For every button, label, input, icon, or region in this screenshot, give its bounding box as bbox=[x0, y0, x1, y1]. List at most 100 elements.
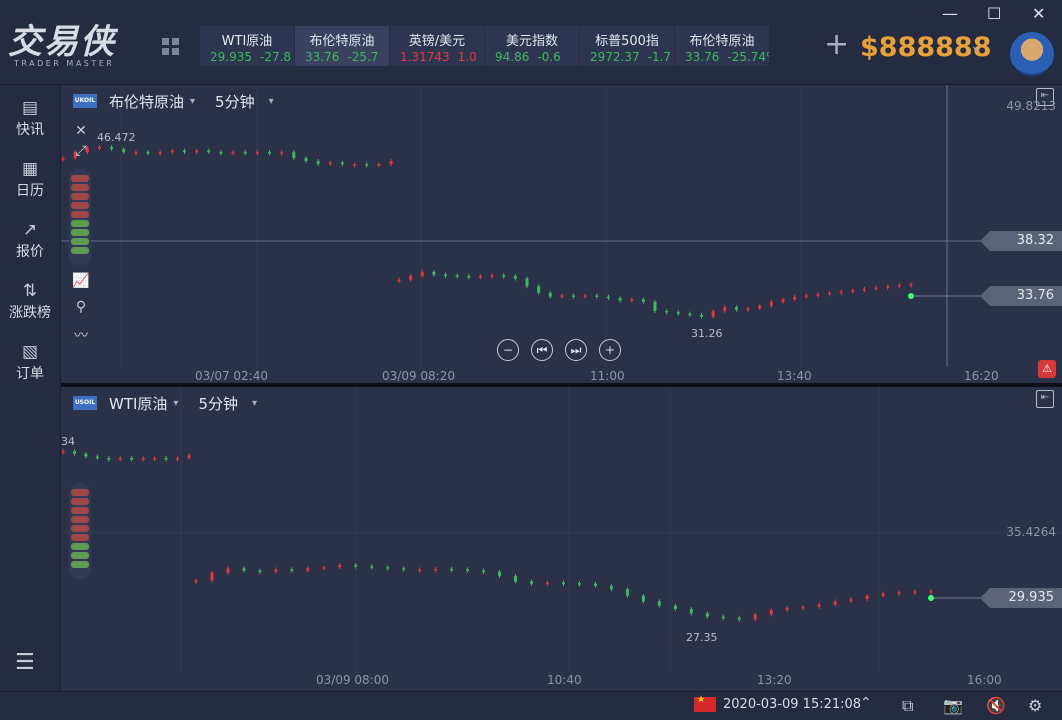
brent-s2-candle bbox=[513, 275, 517, 279]
chevron-down-icon[interactable]: ▾ bbox=[173, 398, 178, 409]
ticker-item[interactable]: 标普500指 2972.37 -1.7 bbox=[580, 26, 675, 66]
scroll-start-icon[interactable]: ⏮ bbox=[531, 339, 553, 361]
brent-s1-candle bbox=[231, 152, 235, 154]
camera-icon[interactable]: 📷 bbox=[943, 696, 963, 715]
scroll-end-icon[interactable]: ⏭ bbox=[565, 339, 587, 361]
minimize-button[interactable]: — bbox=[942, 4, 958, 23]
app-logo[interactable]: 交易侠 TRADER MASTER bbox=[8, 24, 128, 76]
window-layout-icon[interactable]: ⧉ bbox=[902, 696, 913, 716]
wti-s1-candle bbox=[187, 455, 191, 458]
sidebar-item-ranking[interactable]: ⇅ 涨跌榜 bbox=[0, 280, 60, 322]
brent-s1-candle bbox=[389, 161, 393, 165]
sidebar-item-orders[interactable]: ▧ 订单 bbox=[0, 341, 60, 383]
brent-s2-candle bbox=[839, 291, 843, 293]
symbol-selector[interactable]: 布伦特原油 bbox=[109, 91, 184, 112]
chevron-down-icon[interactable]: ▾ bbox=[269, 96, 274, 107]
chart-panel-brent[interactable]: 46.472 31.26 UKOIL 布伦特原油 ▾ 5分钟 ▾ ⇤ ✕ ⤢ 📈 … bbox=[61, 85, 1062, 383]
ticker-item[interactable]: 美元指数 94.86 -0.6 bbox=[485, 26, 580, 66]
wti-s2-candle bbox=[402, 568, 406, 570]
maximize-button[interactable]: ☐ bbox=[987, 4, 1001, 23]
brent-s1-candle bbox=[219, 152, 223, 154]
expand-icon[interactable]: ⤢ bbox=[69, 143, 93, 163]
wti-chart[interactable]: 34 27.35 bbox=[61, 387, 1062, 691]
chevron-up-icon[interactable]: ⌃ bbox=[860, 695, 872, 711]
close-icon[interactable]: ✕ bbox=[69, 123, 93, 143]
brent-s2-candle bbox=[490, 275, 494, 277]
wti-s2-candle bbox=[226, 568, 230, 573]
sidebar-item-quotes[interactable]: ↗ 报价 bbox=[0, 219, 60, 261]
menu-expand-icon[interactable]: ☰ bbox=[15, 650, 35, 675]
ticker-item[interactable]: 布伦特原油33.76 -25.74% bbox=[675, 26, 770, 66]
brent-s2-candle bbox=[478, 275, 482, 278]
news-icon: ▤ bbox=[21, 98, 39, 118]
ticker-change: 1.0 bbox=[457, 50, 477, 64]
panel-settings-icon[interactable]: ⇤ bbox=[1036, 390, 1054, 408]
status-datetime[interactable]: 2020-03-09 15:21:08 bbox=[723, 697, 861, 712]
wti-s2-candle bbox=[466, 569, 470, 571]
mute-icon[interactable]: 🔇 bbox=[986, 696, 1006, 715]
brent-s2-candle bbox=[746, 308, 750, 310]
sidebar-item-news[interactable]: ▤ 快讯 bbox=[0, 97, 60, 139]
volume-meter bbox=[69, 169, 91, 265]
brent-s2-candle bbox=[572, 295, 576, 297]
ticker-values: 33.76 -25.7 bbox=[295, 50, 389, 64]
wti-s2-candle bbox=[370, 566, 374, 568]
zoom-out-icon[interactable]: − bbox=[497, 339, 519, 361]
wti-s2-candle bbox=[322, 567, 326, 569]
brent-s1-candle bbox=[316, 161, 320, 165]
brent-s2-candle bbox=[816, 294, 820, 296]
add-ticker-button[interactable]: + bbox=[824, 30, 849, 60]
brent-s2-candle bbox=[874, 287, 878, 290]
china-flag-icon[interactable] bbox=[694, 695, 716, 712]
wti-s2-candle bbox=[929, 591, 933, 593]
zoom-in-icon[interactable]: + bbox=[599, 339, 621, 361]
avatar[interactable] bbox=[1010, 32, 1054, 76]
logo-text: 交易侠 bbox=[8, 22, 116, 62]
settings-gear-icon[interactable]: ⚙ bbox=[1028, 696, 1042, 715]
time-axis-label: 11:00 bbox=[590, 369, 625, 383]
chart-panel-wti[interactable]: 34 27.35 USOIL WTI原油 ▾ 5分钟 ▾ ⇤ 35.4264 29… bbox=[61, 387, 1062, 691]
timeframe-selector[interactable]: 5分钟 bbox=[198, 393, 238, 414]
grid-layout-icon[interactable] bbox=[162, 38, 180, 56]
wti-s1-candle bbox=[176, 458, 180, 460]
wti-s2-candle bbox=[849, 599, 853, 602]
ticker-item[interactable]: 布伦特原油 33.76 -25.7 bbox=[295, 26, 390, 66]
drawing-tool-icon[interactable]: ⚲ bbox=[69, 299, 93, 319]
brent-s2-candle bbox=[467, 275, 471, 278]
high-label: 46.472 bbox=[97, 131, 136, 144]
calendar-icon: ▦ bbox=[21, 159, 39, 179]
sidebar-item-label: 日历 bbox=[16, 183, 44, 199]
wti-s1-candle bbox=[118, 458, 122, 460]
brent-s2-candle bbox=[665, 311, 669, 313]
sidebar-item-calendar[interactable]: ▦ 日历 bbox=[0, 158, 60, 200]
current-price-tag: 33.76 bbox=[980, 286, 1062, 306]
updown-icon: ⇅ bbox=[22, 281, 38, 301]
close-button[interactable]: ✕ bbox=[1032, 4, 1045, 23]
time-axis-label: 13:20 bbox=[757, 673, 792, 687]
brent-s1-candle bbox=[61, 158, 65, 160]
current-price-dot bbox=[908, 293, 914, 299]
crosshair-price-tag: 38.32 bbox=[980, 231, 1062, 251]
wti-s2-candle bbox=[562, 582, 565, 585]
ticker-values: 2972.37 -1.7 bbox=[580, 50, 674, 64]
chevron-down-icon[interactable]: ⌄ bbox=[970, 38, 982, 54]
wti-s2-candle bbox=[769, 610, 773, 615]
chevron-down-icon[interactable]: ▾ bbox=[190, 96, 195, 107]
waveform-icon[interactable]: 〰 bbox=[69, 325, 93, 345]
ticker-item[interactable]: 英镑/美元 1.31743 1.0 bbox=[390, 26, 485, 66]
brent-s1-candle bbox=[170, 150, 174, 153]
wti-s2-candle bbox=[530, 581, 534, 584]
price-axis-label: 35.4264 bbox=[1006, 525, 1056, 539]
symbol-selector[interactable]: WTI原油 bbox=[109, 393, 167, 414]
ticker-item[interactable]: WTI原油 29.935 -27.8 bbox=[200, 26, 295, 66]
status-bar: 2020-03-09 15:21:08 ⌃ ⧉ 📷 🔇 ⚙ bbox=[0, 691, 1062, 720]
wti-s2-candle bbox=[673, 605, 677, 609]
high-label: 34 bbox=[61, 435, 75, 448]
alert-icon[interactable]: ⚠ bbox=[1038, 360, 1056, 378]
indicator-icon[interactable]: 📈 bbox=[69, 273, 93, 293]
ticker-change: -25.74% bbox=[727, 50, 769, 64]
ticker-name: 标普500指 bbox=[595, 34, 659, 49]
chevron-down-icon[interactable]: ▾ bbox=[252, 398, 257, 409]
timeframe-selector[interactable]: 5分钟 bbox=[215, 91, 255, 112]
wti-s2-candle bbox=[609, 585, 613, 590]
